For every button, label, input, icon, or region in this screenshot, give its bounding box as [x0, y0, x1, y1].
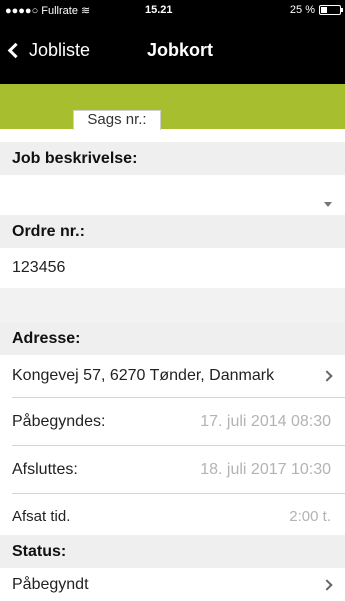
allotted-time-value: 2:00 t.	[289, 507, 331, 525]
end-label: Afsluttes:	[12, 460, 78, 478]
page-title: Jobkort	[147, 40, 214, 60]
start-value: 17. juli 2014 08:30	[200, 412, 331, 430]
battery-icon	[319, 5, 343, 15]
section-order-no: Ordre nr.:	[0, 215, 345, 248]
tab-sags-nr[interactable]: Sags nr.:	[73, 110, 161, 130]
job-description-field[interactable]	[0, 175, 345, 215]
status-time: 15.21	[145, 4, 173, 16]
wifi-icon: ≋	[80, 5, 91, 17]
status-value: Påbegyndt	[12, 575, 89, 593]
section-job-description: Job beskrivelse:	[0, 142, 345, 175]
section-address: Adresse:	[0, 322, 345, 355]
header-band	[0, 84, 345, 129]
battery-percent: 25 %	[289, 4, 315, 16]
chevron-right-icon	[321, 578, 333, 591]
spacer	[0, 288, 345, 324]
address-row[interactable]: Kongevej 57, 6270 Tønder, Danmark	[0, 355, 345, 397]
chevron-left-icon	[7, 42, 24, 59]
status-bar: ●●●●○ Fullrate ≋ 15.21 25 %	[0, 0, 345, 20]
allotted-time-row[interactable]: Afsat tid. 2:00 t.	[0, 494, 345, 538]
status-row[interactable]: Påbegyndt	[0, 568, 345, 601]
carrier-label: ●●●●○ Fullrate ≋	[5, 5, 91, 17]
order-no-row: 123456	[0, 248, 345, 288]
end-value: 18. juli 2017 10:30	[200, 460, 331, 478]
start-row[interactable]: Påbegyndes: 17. juli 2014 08:30	[0, 398, 345, 445]
dropdown-caret-icon	[324, 202, 332, 207]
back-label: Jobliste	[29, 40, 91, 60]
chevron-right-icon	[321, 370, 333, 382]
address-value: Kongevej 57, 6270 Tønder, Danmark	[12, 367, 275, 384]
allotted-time-label: Afsat tid.	[12, 507, 71, 525]
end-row[interactable]: Afsluttes: 18. juli 2017 10:30	[0, 446, 345, 493]
navigation-bar: Jobliste Jobkort	[0, 20, 345, 84]
back-button[interactable]: Jobliste	[6, 40, 90, 61]
section-status: Status:	[0, 535, 345, 568]
start-label: Påbegyndes:	[12, 412, 106, 430]
order-no-value: 123456	[12, 259, 66, 276]
